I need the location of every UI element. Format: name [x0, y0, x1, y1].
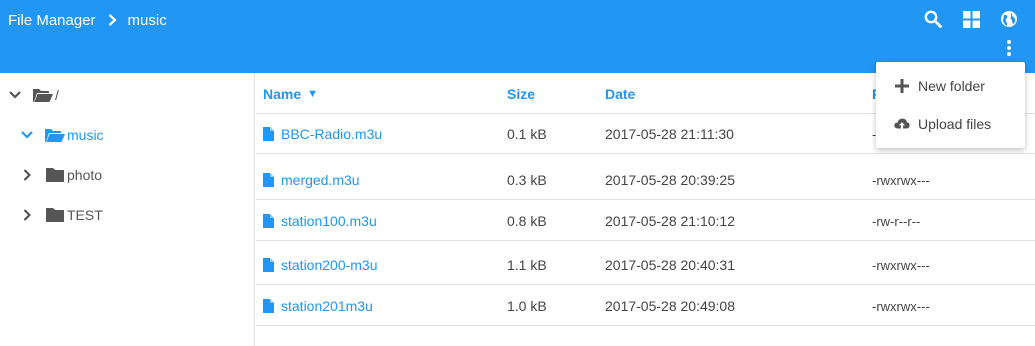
file-icon [263, 127, 274, 141]
file-size: 0.8 kB [507, 213, 547, 229]
chevron-down-icon[interactable] [19, 127, 35, 143]
globe-icon[interactable] [998, 8, 1020, 30]
file-permissions: -rwxrwx--- [872, 257, 930, 273]
search-icon[interactable] [922, 8, 944, 30]
folder-open-icon [45, 127, 65, 143]
file-name-cell: BBC-Radio.m3u [263, 114, 382, 154]
folder-tree: / music photo TEST [0, 73, 255, 346]
chevron-right-icon[interactable] [19, 167, 35, 183]
tree-item-label: music [67, 127, 104, 143]
new-folder-menu-item[interactable]: New folder [876, 68, 1025, 104]
breadcrumb-root[interactable]: File Manager [8, 12, 96, 29]
folder-icon [45, 167, 65, 183]
table-row[interactable]: station200-m3u 1.1 kB 2017-05-28 20:40:3… [256, 245, 1035, 285]
column-header-name[interactable]: Name ▼ [263, 74, 318, 114]
file-size: 0.3 kB [507, 172, 547, 188]
file-link[interactable]: station200-m3u [281, 257, 378, 273]
sort-desc-icon: ▼ [307, 88, 319, 100]
grid-view-icon[interactable] [960, 8, 982, 30]
file-icon [263, 173, 274, 187]
file-date: 2017-05-28 21:10:12 [605, 213, 735, 229]
file-icon [263, 258, 274, 272]
file-date: 2017-05-28 20:49:08 [605, 298, 735, 314]
file-permissions: -rwxrwx--- [872, 172, 930, 188]
file-name-cell: station200-m3u [263, 245, 378, 285]
cloud-upload-icon [894, 116, 910, 132]
table-row[interactable]: station100.m3u 0.8 kB 2017-05-28 21:10:1… [256, 201, 1035, 241]
file-size: 0.1 kB [507, 126, 547, 142]
file-size: 1.1 kB [507, 257, 547, 273]
file-link[interactable]: station100.m3u [281, 213, 377, 229]
tree-item-label: / [55, 87, 59, 103]
tree-item-label: TEST [67, 207, 103, 223]
file-icon [263, 214, 274, 228]
column-header-date[interactable]: Date [605, 74, 635, 114]
tree-item-photo[interactable]: photo [19, 163, 102, 187]
file-date: 2017-05-28 20:40:31 [605, 257, 735, 273]
tree-item-music[interactable]: music [19, 123, 104, 147]
file-name-cell: station201m3u [263, 286, 373, 326]
column-header-size[interactable]: Size [507, 74, 535, 114]
file-permissions: -rw-r--r-- [872, 213, 921, 229]
breadcrumb-current[interactable]: music [128, 12, 167, 29]
table-row[interactable]: merged.m3u 0.3 kB 2017-05-28 20:39:25 -r… [256, 160, 1035, 200]
menu-item-label: Upload files [918, 116, 992, 132]
folder-icon [45, 207, 65, 223]
chevron-right-icon[interactable] [19, 207, 35, 223]
file-size: 1.0 kB [507, 298, 547, 314]
more-vert-icon[interactable] [998, 37, 1020, 59]
chevron-down-icon[interactable] [7, 87, 23, 103]
plus-icon [894, 78, 910, 94]
folder-open-icon [33, 87, 53, 103]
file-date: 2017-05-28 21:11:30 [605, 126, 734, 142]
file-name-cell: station100.m3u [263, 201, 377, 241]
menu-item-label: New folder [918, 78, 985, 94]
file-link[interactable]: merged.m3u [281, 172, 360, 188]
file-date: 2017-05-28 20:39:25 [605, 172, 735, 188]
file-name-cell: merged.m3u [263, 160, 360, 200]
chevron-right-icon [108, 14, 117, 26]
file-link[interactable]: station201m3u [281, 298, 373, 314]
file-permissions: -rwxrwx--- [872, 298, 930, 314]
file-link[interactable]: BBC-Radio.m3u [281, 126, 382, 142]
column-header-name-label: Name [263, 86, 302, 102]
tree-item-test[interactable]: TEST [19, 203, 103, 227]
table-row[interactable]: station201m3u 1.0 kB 2017-05-28 20:49:08… [256, 286, 1035, 326]
file-icon [263, 299, 274, 313]
tree-item-label: photo [67, 167, 103, 183]
more-actions-menu: New folder Upload files [876, 62, 1025, 148]
upload-files-menu-item[interactable]: Upload files [876, 106, 1025, 142]
breadcrumb: File Manager music [8, 10, 167, 30]
tree-item-root[interactable]: / [7, 83, 59, 107]
